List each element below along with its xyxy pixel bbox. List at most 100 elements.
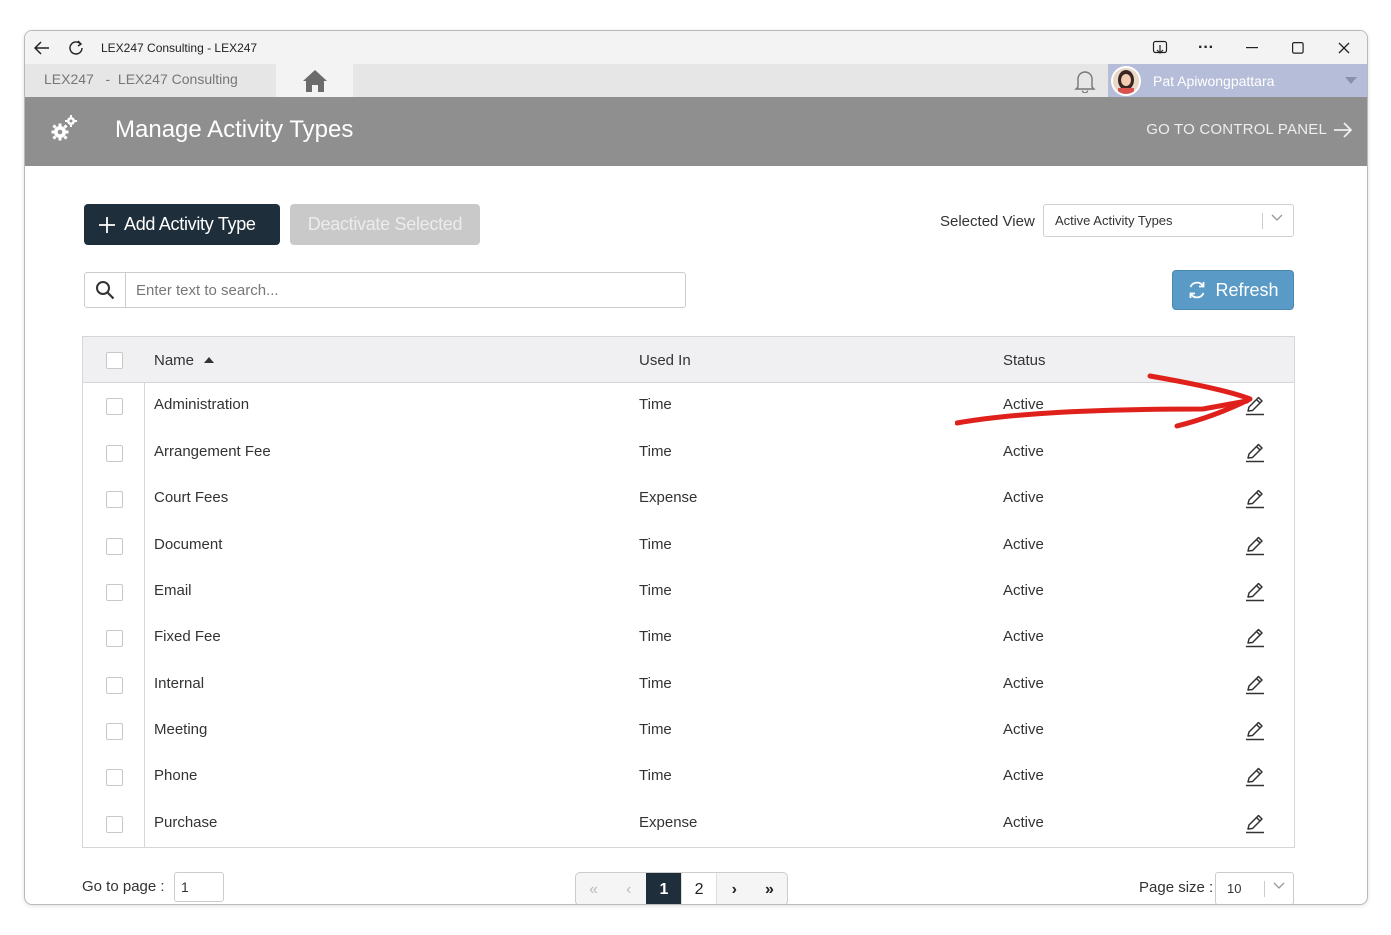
home-tab[interactable]: [276, 64, 353, 97]
edit-pencil-icon[interactable]: [1244, 812, 1266, 834]
table-row[interactable]: Court Fees Expense Active: [83, 476, 1294, 522]
first-page-icon[interactable]: «: [576, 873, 611, 904]
edit-pencil-icon[interactable]: [1244, 441, 1266, 463]
row-checkbox[interactable]: [106, 723, 123, 740]
cell-used-in: Time: [639, 443, 672, 460]
search-input[interactable]: [127, 273, 682, 307]
row-checkbox[interactable]: [106, 630, 123, 647]
maximize-icon[interactable]: [1275, 31, 1321, 64]
row-checkbox[interactable]: [106, 584, 123, 601]
dropdown-separator: [1262, 213, 1263, 229]
column-header-status[interactable]: Status: [1003, 352, 1046, 369]
title-bar: LEX247 Consulting - LEX247 ···: [25, 31, 1367, 64]
column-header-name[interactable]: Name: [154, 352, 215, 369]
row-checkbox[interactable]: [106, 491, 123, 508]
table-row[interactable]: Email Time Active: [83, 569, 1294, 615]
edit-pencil-icon[interactable]: [1244, 534, 1266, 556]
row-checkbox[interactable]: [106, 445, 123, 462]
deactivate-button-label: Deactivate Selected: [307, 214, 463, 234]
selected-view-value: Active Activity Types: [1055, 213, 1173, 228]
table-row[interactable]: Meeting Time Active: [83, 708, 1294, 754]
row-checkbox[interactable]: [106, 677, 123, 694]
cell-name: Fixed Fee: [154, 628, 221, 645]
go-to-control-panel-link[interactable]: GO TO CONTROL PANEL: [1146, 121, 1353, 138]
row-checkbox[interactable]: [106, 398, 123, 415]
breadcrumb[interactable]: LEX247 - LEX247 Consulting: [44, 71, 238, 87]
back-arrow-icon[interactable]: [25, 31, 59, 64]
go-to-page-label: Go to page :: [82, 878, 165, 895]
cell-used-in: Time: [639, 582, 672, 599]
window-title: LEX247 Consulting - LEX247: [101, 40, 258, 55]
refresh-button[interactable]: Refresh: [1172, 270, 1294, 310]
column-name-label: Name: [154, 352, 195, 369]
minimize-icon[interactable]: [1229, 31, 1275, 64]
page-button-1[interactable]: 1: [646, 873, 682, 904]
table-row[interactable]: Arrangement Fee Time Active: [83, 430, 1294, 476]
cell-status: Active: [1003, 721, 1044, 738]
chevron-down-icon: [1271, 211, 1283, 225]
edit-pencil-icon[interactable]: [1244, 626, 1266, 648]
more-options-icon[interactable]: ···: [1183, 31, 1229, 64]
previous-page-icon[interactable]: ‹: [611, 873, 646, 904]
deactivate-selected-button[interactable]: Deactivate Selected: [290, 204, 480, 245]
selected-view-label: Selected View: [940, 213, 1035, 230]
table-row[interactable]: Document Time Active: [83, 523, 1294, 569]
dropdown-separator: [1264, 881, 1265, 897]
cell-name: Administration: [154, 396, 250, 413]
browser-window: LEX247 Consulting - LEX247 ··· LEX247 - …: [24, 30, 1368, 905]
plus-icon: [99, 216, 115, 233]
notifications-bell-icon[interactable]: [1071, 68, 1099, 94]
user-menu[interactable]: Pat Apiwongpattara: [1108, 64, 1367, 97]
selected-view-dropdown[interactable]: Active Activity Types: [1043, 204, 1294, 237]
cell-name: Phone: [154, 767, 198, 784]
cell-status: Active: [1003, 489, 1044, 506]
chevron-down-icon: [1273, 879, 1285, 893]
cell-name: Document: [154, 536, 223, 553]
gears-icon: [49, 113, 79, 148]
edit-pencil-icon[interactable]: [1244, 580, 1266, 602]
arrow-right-icon: [1334, 121, 1353, 138]
reload-icon[interactable]: [59, 31, 93, 64]
row-checkbox[interactable]: [106, 816, 123, 833]
close-icon[interactable]: [1321, 31, 1367, 64]
user-menu-caret-icon: [1345, 77, 1357, 84]
cell-status: Active: [1003, 628, 1044, 645]
table-row[interactable]: Phone Time Active: [83, 754, 1294, 800]
select-all-checkbox[interactable]: [106, 352, 123, 369]
cell-used-in: Time: [639, 628, 672, 645]
home-icon: [302, 69, 327, 92]
page-title: Manage Activity Types: [115, 116, 354, 143]
user-name: Pat Apiwongpattara: [1153, 72, 1275, 89]
app-install-icon[interactable]: [1137, 31, 1183, 64]
cell-name: Court Fees: [154, 489, 229, 506]
page-button-2[interactable]: 2: [681, 873, 717, 904]
cell-used-in: Time: [639, 396, 672, 413]
page-size-dropdown[interactable]: 10: [1215, 872, 1294, 904]
edit-pencil-icon[interactable]: [1244, 487, 1266, 509]
go-to-page-input[interactable]: 1: [174, 872, 224, 902]
next-page-icon[interactable]: ›: [717, 873, 752, 904]
cell-status: Active: [1003, 582, 1044, 599]
row-checkbox[interactable]: [106, 769, 123, 786]
add-button-label: Add Activity Type: [124, 214, 256, 234]
cell-used-in: Time: [639, 767, 672, 784]
last-page-icon[interactable]: »: [752, 873, 787, 904]
edit-pencil-icon[interactable]: [1244, 719, 1266, 741]
cell-status: Active: [1003, 536, 1044, 553]
cell-name: Arrangement Fee: [154, 443, 271, 460]
cell-name: Meeting: [154, 721, 208, 738]
row-checkbox[interactable]: [106, 538, 123, 555]
table-row[interactable]: Purchase Expense Active: [83, 801, 1294, 847]
edit-pencil-icon[interactable]: [1244, 765, 1266, 787]
table-row[interactable]: Fixed Fee Time Active: [83, 615, 1294, 661]
page-size-label: Page size :: [1139, 879, 1214, 896]
cell-used-in: Expense: [639, 814, 698, 831]
table-row[interactable]: Internal Time Active: [83, 662, 1294, 708]
control-panel-link-label: GO TO CONTROL PANEL: [1146, 121, 1327, 138]
edit-pencil-icon[interactable]: [1244, 673, 1266, 695]
refresh-icon: [1190, 281, 1205, 299]
search-icon[interactable]: [85, 273, 126, 307]
column-header-used-in[interactable]: Used In: [639, 352, 691, 369]
annotation-arrow: [955, 373, 1253, 429]
add-activity-type-button[interactable]: Add Activity Type: [84, 204, 280, 245]
